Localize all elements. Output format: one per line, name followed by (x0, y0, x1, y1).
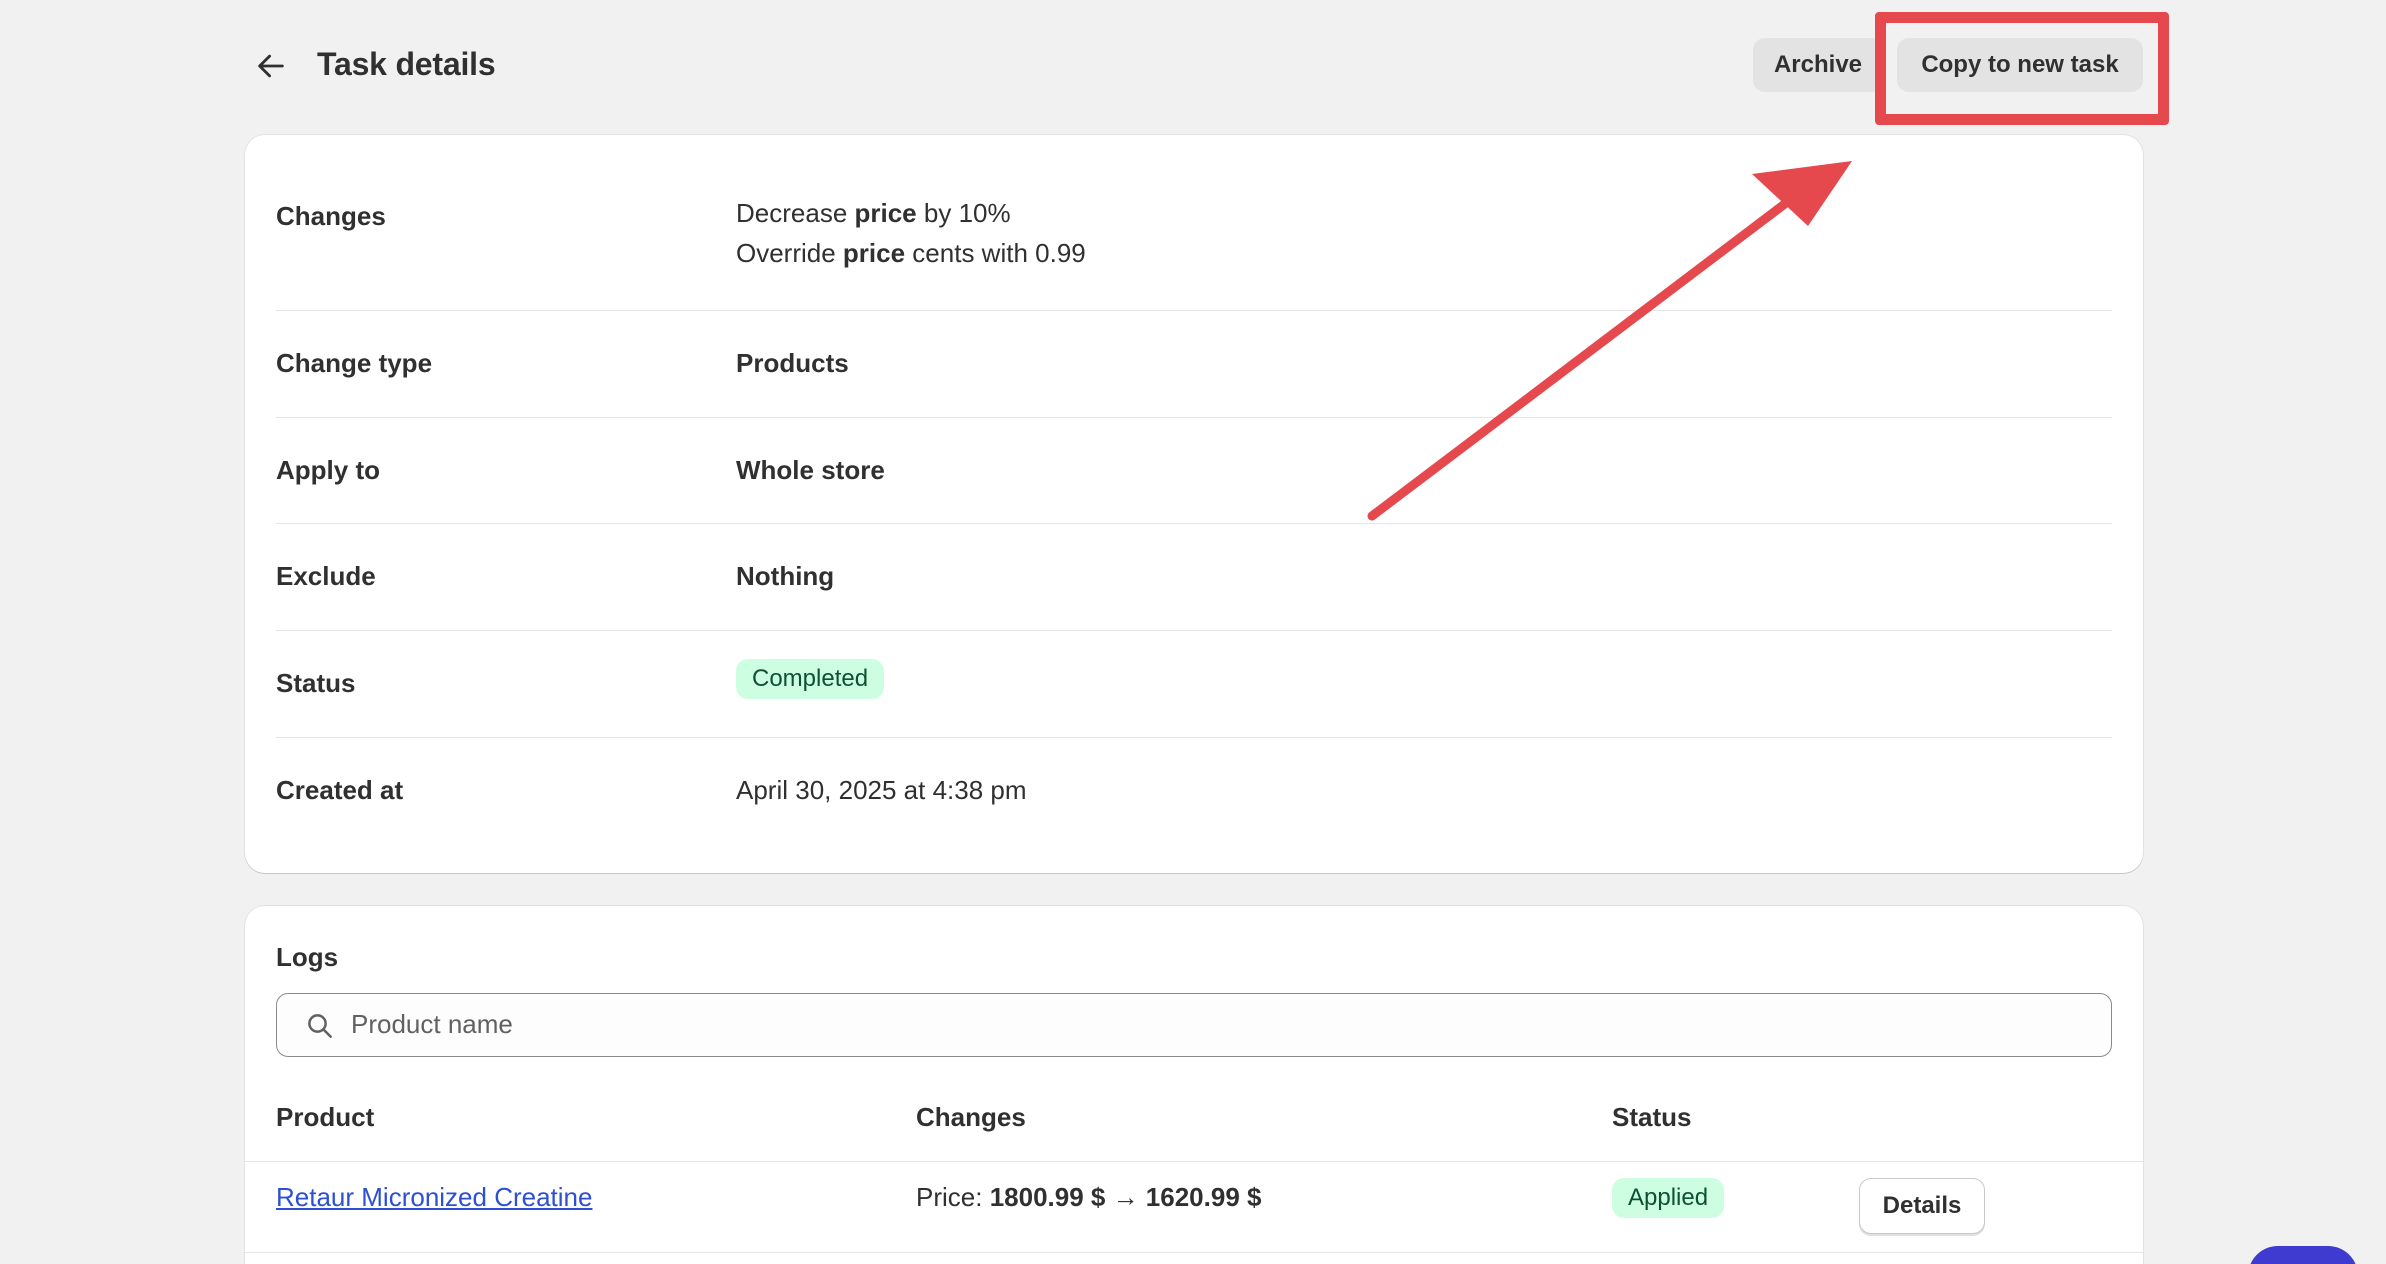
status-row: Status Completed (276, 631, 2112, 738)
product-link[interactable]: Retaur Micronized Creatine (276, 1182, 592, 1213)
changes-value: Decrease price by 10% Override price cen… (736, 193, 1086, 273)
row-changes: Price: 1800.99 $ → 1620.99 $ (916, 1182, 1262, 1212)
arrow-left-icon (258, 54, 284, 78)
apply-to-label: Apply to (276, 455, 380, 485)
column-header-product: Product (276, 1102, 375, 1132)
change-line-1: Decrease price by 10% (736, 198, 1011, 228)
column-header-changes: Changes (916, 1102, 1026, 1132)
page-header: Task details Archive Copy to new task (245, 32, 2143, 98)
copy-to-new-task-button[interactable]: Copy to new task (1897, 38, 2143, 92)
page-title: Task details (317, 46, 496, 82)
row-status: Applied (1612, 1178, 1725, 1218)
task-details-card: Changes Decrease price by 10% Override p… (245, 135, 2143, 873)
back-button[interactable] (245, 40, 297, 92)
applied-badge: Applied (1612, 1178, 1725, 1218)
archive-button[interactable]: Archive (1753, 38, 1883, 92)
exclude-value: Nothing (736, 561, 835, 591)
exclude-row: Exclude Nothing (276, 524, 2112, 631)
chat-launcher-button[interactable] (2248, 1246, 2358, 1264)
created-at-row: Created at April 30, 2025 at 4:38 pm (276, 738, 2112, 873)
table-row-divider (245, 1252, 2143, 1253)
status-label: Status (276, 668, 356, 698)
logs-title: Logs (276, 942, 339, 972)
apply-to-value: Whole store (736, 455, 885, 485)
details-button[interactable]: Details (1859, 1178, 1985, 1234)
table-header-divider (245, 1161, 2143, 1162)
search-field[interactable] (276, 993, 2112, 1057)
changes-row: Changes Decrease price by 10% Override p… (276, 135, 2112, 311)
change-type-row: Change type Products (276, 311, 2112, 418)
exclude-label: Exclude (276, 561, 376, 591)
page: Task details Archive Copy to new task Ch… (0, 0, 2386, 1264)
change-type-label: Change type (276, 348, 433, 378)
search-input[interactable] (351, 994, 2091, 1054)
logs-card: Logs Product Changes Status Retaur Micro… (245, 906, 2143, 1264)
change-type-value: Products (736, 348, 849, 378)
status-badge: Completed (736, 659, 885, 699)
search-icon (308, 1014, 332, 1038)
column-header-status: Status (1612, 1102, 1692, 1132)
status-value: Completed (736, 659, 885, 699)
created-at-label: Created at (276, 775, 404, 805)
change-line-2: Override price cents with 0.99 (736, 238, 1086, 268)
apply-to-row: Apply to Whole store (276, 418, 2112, 524)
changes-label: Changes (276, 201, 386, 231)
created-at-value: April 30, 2025 at 4:38 pm (736, 775, 1027, 805)
